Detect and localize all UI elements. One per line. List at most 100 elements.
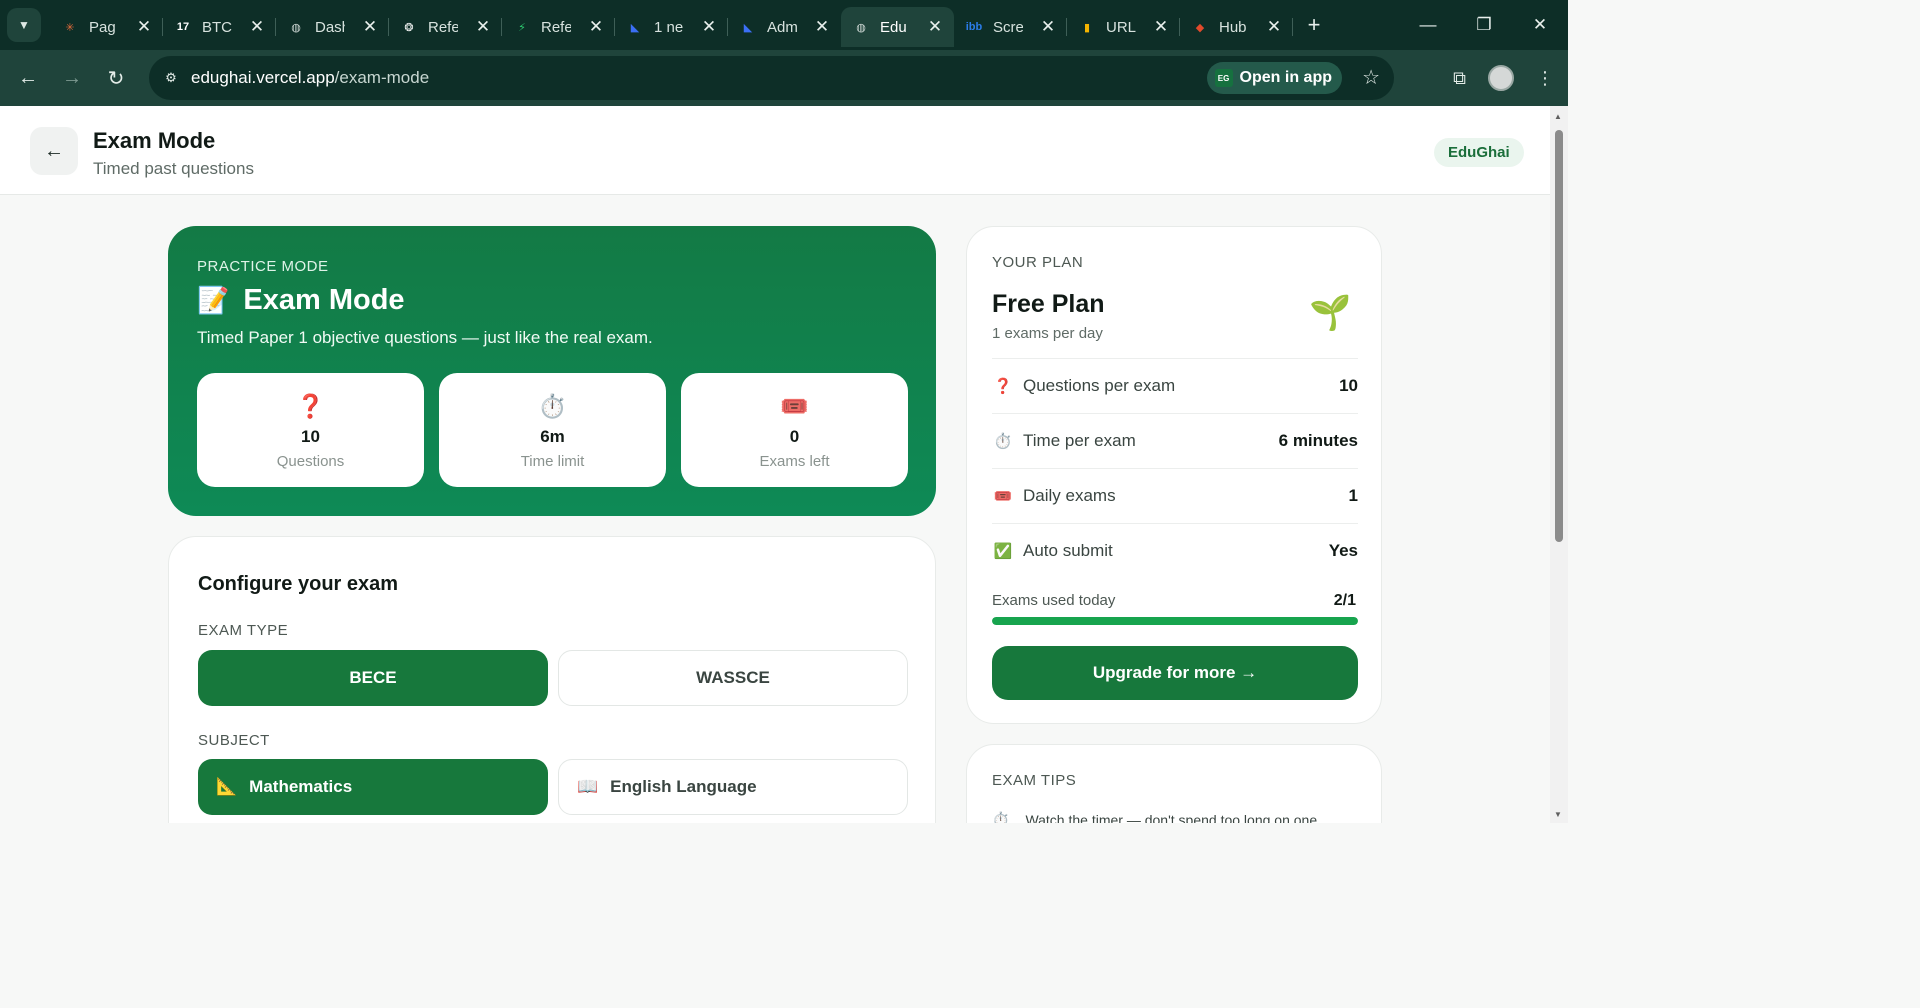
reload-icon[interactable]: ↻ — [94, 66, 138, 91]
feature-row: ✅ Auto submit Yes — [992, 523, 1358, 578]
ticket-icon: 🎟️ — [780, 393, 809, 419]
tab-close-icon[interactable]: ✕ — [926, 17, 944, 37]
tab-title: Refe — [428, 18, 458, 36]
exam-type-bece-button[interactable]: BECE — [198, 650, 548, 706]
browser-tab[interactable]: ▮ URL ✕ — [1067, 7, 1180, 47]
tab-close-icon[interactable]: ✕ — [1152, 17, 1170, 37]
forward-arrow-icon[interactable]: → — [50, 67, 94, 90]
triangle-ruler-icon: 📐 — [216, 777, 238, 796]
page-scrollbar[interactable]: ▲ ▼ — [1550, 106, 1568, 823]
tab-close-icon[interactable]: ✕ — [587, 17, 605, 37]
feature-value: 1 — [1348, 486, 1358, 505]
browser-tab[interactable]: 17 BTCU ✕ — [163, 7, 276, 47]
browser-tab[interactable]: ibb Scre ✕ — [954, 7, 1067, 47]
tab-close-icon[interactable]: ✕ — [813, 17, 831, 37]
page-viewport: ← Exam Mode Timed past questions EduGhai… — [0, 106, 1550, 823]
globe-icon: ◍ — [856, 21, 866, 34]
exams-used-label: Exams used today — [992, 592, 1116, 609]
tab-title: Refe — [541, 18, 571, 36]
stat-label: Questions — [276, 453, 345, 470]
browser-tab[interactable]: ◣ 1 ne ✕ — [615, 7, 728, 47]
profile-avatar[interactable] — [1488, 65, 1514, 91]
tab-title: 1 ne — [654, 18, 684, 36]
url-text[interactable]: edughai.vercel.app/exam-mode — [191, 68, 429, 88]
app-header: ← Exam Mode Timed past questions EduGhai — [0, 106, 1550, 195]
feature-value: 6 minutes — [1278, 431, 1358, 450]
seedling-icon: 🌱 — [1309, 294, 1352, 332]
tip-item: ⏱️ Watch the timer — don't spend too lon… — [992, 811, 1317, 823]
tradingview-icon: 17 — [176, 21, 190, 33]
tab-close-icon[interactable]: ✕ — [361, 17, 379, 37]
ticket-icon: 🎟️ — [993, 488, 1013, 505]
tab-title: Pag — [89, 18, 116, 36]
exam-type-label: EXAM TYPE — [198, 622, 289, 639]
feature-row: 🎟️ Daily exams 1 — [992, 468, 1358, 523]
plan-kicker: YOUR PLAN — [992, 254, 1084, 271]
configure-exam-card: Configure your exam EXAM TYPE BECE WASSC… — [168, 536, 936, 823]
scrollbar-thumb[interactable] — [1555, 130, 1563, 542]
hero-kicker: PRACTICE MODE — [197, 258, 329, 275]
toolbar-right: ⧉ ⋮ — [1431, 50, 1554, 106]
tab-title: Edu — [880, 18, 907, 36]
stat-value: 6m — [540, 427, 565, 446]
stat-time-limit: ⏱️ 6m Time limit — [439, 373, 666, 487]
stat-questions: ❓ 10 Questions — [197, 373, 424, 487]
openai-icon: ❂ — [404, 21, 414, 34]
hero-title: 📝 Exam Mode — [197, 284, 405, 317]
browser-tab[interactable]: ✳ Pag ✕ — [50, 7, 163, 47]
tab-close-icon[interactable]: ✕ — [1039, 17, 1057, 37]
tab-title: Adm — [767, 18, 797, 36]
site-settings-icon[interactable]: ⚙ — [159, 66, 183, 90]
stat-label: Time limit — [520, 453, 585, 470]
feature-row: ❓ Questions per exam 10 — [992, 358, 1358, 413]
checkbox-icon: ✅ — [993, 543, 1013, 560]
menu-kebab-icon[interactable]: ⋮ — [1536, 68, 1554, 89]
tab-title: Hub — [1219, 18, 1247, 36]
browser-tab[interactable]: ◍ Edu ✕ — [841, 7, 954, 47]
scroll-up-icon[interactable]: ▲ — [1554, 112, 1562, 121]
globe-icon: ◍ — [291, 21, 301, 34]
browser-tab[interactable]: ◣ Adm ✕ — [728, 7, 841, 47]
new-tab-plus-icon[interactable]: + — [1299, 12, 1329, 38]
tab-close-icon[interactable]: ✕ — [700, 17, 718, 37]
browser-tab[interactable]: ⚡ Refe ✕ — [502, 7, 615, 47]
subject-english-button[interactable]: 📖 English Language — [558, 759, 908, 815]
url-host: edughai.vercel.app — [191, 68, 335, 87]
chevron-logo-icon: ◣ — [630, 21, 640, 34]
browser-tab[interactable]: ◍ Dash ✕ — [276, 7, 389, 47]
browser-tab[interactable]: ❂ Refe ✕ — [389, 7, 502, 47]
tab-close-icon[interactable]: ✕ — [135, 17, 153, 37]
address-bar[interactable]: ⚙ edughai.vercel.app/exam-mode EG Open i… — [149, 56, 1394, 100]
stat-value: 0 — [789, 427, 800, 446]
stopwatch-icon: ⏱️ — [538, 393, 567, 419]
page-title: Exam Mode — [93, 128, 216, 153]
tab-search-chevron-icon[interactable]: ▼ — [7, 8, 41, 42]
hero-title-text: Exam Mode — [243, 284, 405, 316]
page-subtitle: Timed past questions — [93, 159, 254, 178]
subject-label-text: English Language — [610, 777, 757, 796]
tab-close-icon[interactable]: ✕ — [248, 17, 266, 37]
plan-name: Free Plan — [992, 290, 1105, 318]
open-in-app-button[interactable]: EG Open in app — [1206, 62, 1342, 94]
exam-type-wassce-button[interactable]: WASSCE — [558, 650, 908, 706]
feature-value: 10 — [1339, 376, 1358, 395]
subject-mathematics-button[interactable]: 📐 Mathematics — [198, 759, 548, 815]
extensions-puzzle-icon[interactable]: ⧉ — [1453, 68, 1466, 89]
tab-list: ✳ Pag ✕ 17 BTCU ✕ ◍ Dash ✕ ❂ Refe ✕ ⚡ Refe ✕ ◣ 1 ne ✕ ◣ Adm… — [50, 0, 1293, 50]
feature-name: Auto submit — [1023, 541, 1113, 560]
bookmark-star-icon[interactable]: ☆ — [1362, 65, 1380, 90]
exams-used-value: 2/1 — [1333, 592, 1356, 609]
tab-close-icon[interactable]: ✕ — [474, 17, 492, 37]
minimize-icon[interactable]: — — [1400, 15, 1456, 35]
back-button[interactable]: ← — [30, 127, 78, 175]
browser-tabstrip: ▼ ✳ Pag ✕ 17 BTCU ✕ ◍ Dash ✕ ❂ Refe ✕ ⚡ Refe ✕ ◣ 1 ne ✕ ◣ A… — [0, 0, 1568, 50]
close-window-icon[interactable]: ✕ — [1512, 15, 1568, 35]
back-arrow-icon[interactable]: ← — [6, 67, 50, 90]
feature-name: Daily exams — [1023, 486, 1116, 505]
scroll-down-icon[interactable]: ▼ — [1554, 810, 1562, 819]
restore-icon[interactable]: ❐ — [1456, 15, 1512, 35]
tab-close-icon[interactable]: ✕ — [1265, 17, 1283, 37]
browser-tab[interactable]: ◆ Hub ✕ — [1180, 7, 1293, 47]
brand-badge[interactable]: EduGhai — [1434, 138, 1524, 167]
upgrade-button[interactable]: Upgrade for more → — [992, 646, 1358, 700]
